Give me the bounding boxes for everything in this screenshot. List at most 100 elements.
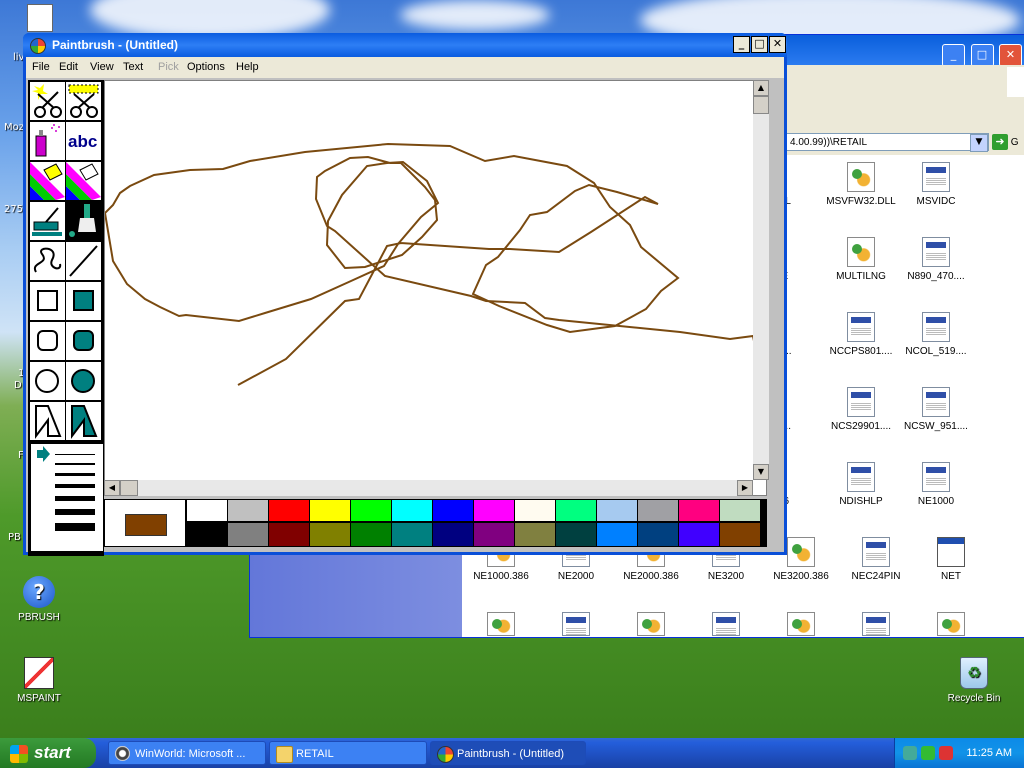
- palette-swatch[interactable]: [433, 500, 473, 521]
- palette-swatch[interactable]: [269, 523, 309, 546]
- line-width-options[interactable]: [31, 444, 103, 551]
- scroll-thumb[interactable]: [753, 96, 769, 114]
- chevron-down-icon[interactable]: ▼: [970, 134, 988, 152]
- scroll-thumb[interactable]: [120, 480, 138, 496]
- maximize-button[interactable]: □: [970, 44, 994, 67]
- palette-swatch[interactable]: [638, 500, 678, 521]
- palette-swatch[interactable]: [474, 500, 514, 521]
- line-icon[interactable]: [66, 242, 101, 280]
- palette-swatch[interactable]: [187, 523, 227, 546]
- color-eraser-icon[interactable]: [30, 162, 65, 200]
- minimize-button[interactable]: _: [942, 44, 965, 67]
- file-item[interactable]: NDISHLP: [823, 462, 899, 507]
- line-width-option[interactable]: [55, 473, 95, 476]
- task-paintbrush[interactable]: Paintbrush - (Untitled): [430, 741, 586, 765]
- curve-icon[interactable]: [30, 242, 65, 280]
- desktop-icon-mspaint[interactable]: MSPAINT: [1, 657, 77, 704]
- file-item[interactable]: MULTILNG: [823, 237, 899, 282]
- scroll-down-arrow-icon[interactable]: ▼: [753, 464, 769, 480]
- close-button[interactable]: ✕: [769, 36, 786, 53]
- paint-roller-icon[interactable]: [30, 202, 65, 240]
- security-shield-icon[interactable]: [921, 746, 935, 760]
- filled-rounded-box-icon[interactable]: [66, 322, 101, 360]
- eraser-icon[interactable]: [66, 162, 101, 200]
- scroll-up-arrow-icon[interactable]: ▲: [753, 80, 769, 96]
- partial-file-icon[interactable]: [937, 612, 965, 636]
- palette-swatch[interactable]: [392, 523, 432, 546]
- go-button[interactable]: ➜ G: [992, 133, 1024, 153]
- palette-swatch[interactable]: [310, 523, 350, 546]
- palette-swatch[interactable]: [597, 500, 637, 521]
- palette-swatch[interactable]: [679, 500, 719, 521]
- airbrush-icon[interactable]: [30, 122, 65, 160]
- menu-pick[interactable]: Pick: [158, 61, 179, 73]
- palette-swatch[interactable]: [228, 500, 268, 521]
- task-retail[interactable]: RETAIL: [269, 741, 427, 765]
- line-width-option[interactable]: [55, 454, 95, 455]
- drawing-canvas[interactable]: [103, 80, 767, 496]
- task-winworld[interactable]: WinWorld: Microsoft ...: [108, 741, 266, 765]
- paintbrush-window[interactable]: Paintbrush - (Untitled) _ □ ✕ File Edit …: [23, 33, 787, 556]
- file-item[interactable]: N890_470....: [898, 237, 974, 282]
- file-item[interactable]: NCCPS801....: [823, 312, 899, 357]
- desktop-icon-pbrush[interactable]: ? PBRUSH: [1, 576, 77, 623]
- menu-file[interactable]: File: [32, 61, 50, 73]
- horizontal-scrollbar[interactable]: ◀ ▶: [104, 480, 753, 496]
- vertical-scrollbar[interactable]: ▲ ▼: [753, 80, 769, 480]
- palette-swatch[interactable]: [515, 523, 555, 546]
- palette-swatch[interactable]: [433, 523, 473, 546]
- line-width-option[interactable]: [55, 509, 95, 515]
- palette-swatch[interactable]: [392, 500, 432, 521]
- palette-swatch[interactable]: [679, 523, 719, 546]
- palette-swatch[interactable]: [556, 523, 596, 546]
- palette-swatch[interactable]: [269, 500, 309, 521]
- menu-edit[interactable]: Edit: [59, 61, 78, 73]
- palette-swatch[interactable]: [228, 523, 268, 546]
- scroll-right-arrow-icon[interactable]: ▶: [737, 480, 753, 496]
- line-width-option[interactable]: [55, 484, 95, 488]
- file-item[interactable]: MSVIDC: [898, 162, 974, 207]
- paintbrush-app-icon[interactable]: [30, 38, 46, 54]
- paintbrush-titlebar[interactable]: Paintbrush - (Untitled) _ □ ✕: [23, 33, 787, 57]
- file-item[interactable]: MSVFW32.DLL: [823, 162, 899, 207]
- drawing-surface[interactable]: [103, 81, 766, 495]
- filled-box-icon[interactable]: [66, 282, 101, 320]
- partial-file-icon[interactable]: [862, 612, 890, 636]
- palette-swatch[interactable]: [351, 523, 391, 546]
- file-item[interactable]: NET: [913, 537, 989, 582]
- palette-swatch[interactable]: [638, 523, 678, 546]
- scroll-left-arrow-icon[interactable]: ◀: [104, 480, 120, 496]
- polygon-icon[interactable]: [30, 402, 65, 440]
- file-item[interactable]: NEC24PIN: [838, 537, 914, 582]
- scissors-icon[interactable]: [30, 82, 65, 120]
- text-icon[interactable]: abc: [66, 122, 101, 160]
- palette-swatch[interactable]: [720, 523, 760, 546]
- rounded-box-icon[interactable]: [30, 322, 65, 360]
- desktop-icon-recycle-bin[interactable]: ♻ Recycle Bin: [936, 657, 1012, 704]
- start-button[interactable]: start: [0, 738, 96, 768]
- palette-swatch[interactable]: [597, 523, 637, 546]
- minimize-button[interactable]: _: [733, 36, 750, 53]
- line-width-selector[interactable]: [31, 444, 103, 551]
- filled-polygon-icon[interactable]: [66, 402, 101, 440]
- partial-file-icon[interactable]: [487, 612, 515, 636]
- palette-swatch[interactable]: [720, 500, 760, 521]
- palette-swatch[interactable]: [515, 500, 555, 521]
- line-width-option[interactable]: [55, 463, 95, 465]
- pick-scissors-icon[interactable]: [66, 82, 101, 120]
- line-width-option[interactable]: [55, 523, 95, 531]
- desktop-icon-top[interactable]: [2, 4, 78, 36]
- network-icon[interactable]: [903, 746, 917, 760]
- brush-icon[interactable]: [66, 202, 101, 240]
- partial-file-icon[interactable]: [712, 612, 740, 636]
- line-width-option[interactable]: [55, 496, 95, 501]
- file-item[interactable]: NE1000: [898, 462, 974, 507]
- menu-view[interactable]: View: [90, 61, 114, 73]
- partial-file-icon[interactable]: [787, 612, 815, 636]
- warning-shield-icon[interactable]: [939, 746, 953, 760]
- address-input[interactable]: 4.00.99))\RETAIL: [785, 133, 989, 151]
- circle-icon[interactable]: [30, 362, 65, 400]
- palette-swatch[interactable]: [187, 500, 227, 521]
- maximize-button[interactable]: □: [751, 36, 768, 53]
- menu-text[interactable]: Text: [123, 61, 143, 73]
